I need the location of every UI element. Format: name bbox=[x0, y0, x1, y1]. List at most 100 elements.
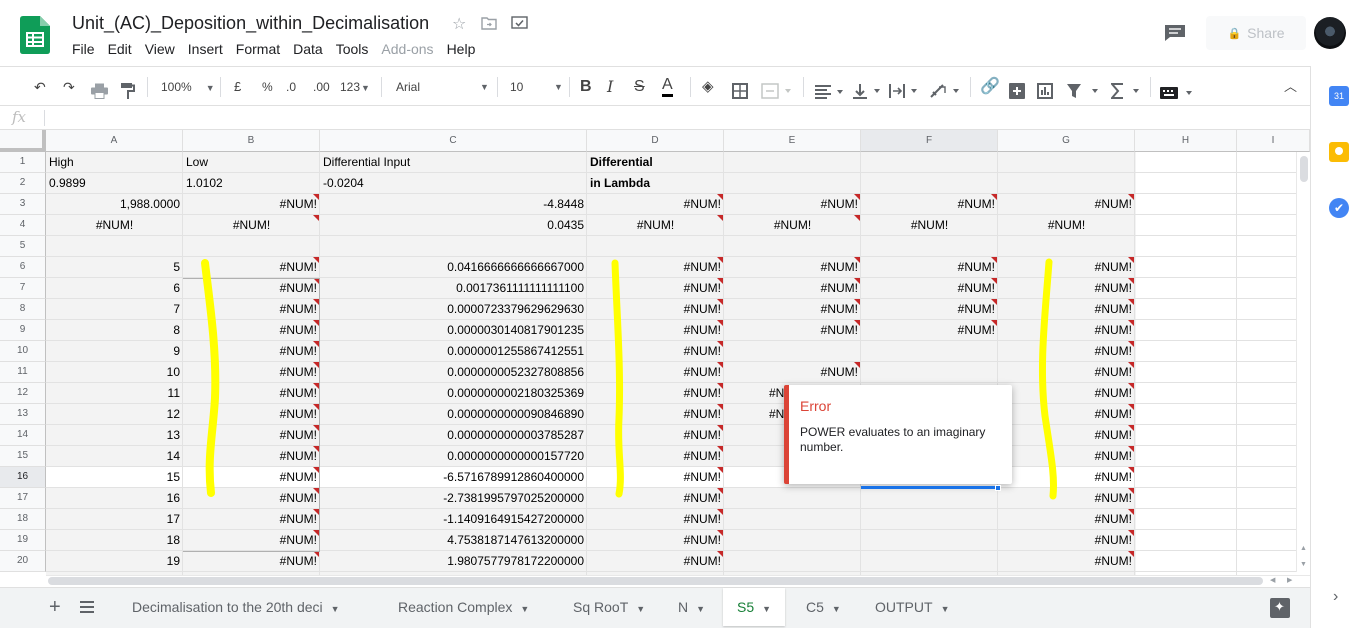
cell-a14[interactable]: 13 bbox=[46, 425, 183, 446]
cell-e7[interactable]: #NUM! bbox=[724, 278, 861, 299]
error-indicator-icon[interactable] bbox=[1128, 467, 1134, 473]
decrease-decimal-button[interactable]: .0 bbox=[286, 75, 296, 99]
add-sheet-icon[interactable]: + bbox=[49, 596, 61, 619]
vertical-scroll-thumb[interactable] bbox=[1300, 156, 1308, 182]
row-header-9[interactable]: 9 bbox=[0, 320, 46, 341]
cell-d4[interactable]: #NUM! bbox=[587, 215, 724, 236]
cell-b4[interactable]: #NUM! bbox=[183, 215, 320, 236]
star-icon[interactable]: ☆ bbox=[452, 14, 466, 34]
chevron-down-icon[interactable]: ▼ bbox=[696, 604, 705, 614]
cell-d2[interactable]: in Lambda bbox=[587, 173, 724, 194]
keep-icon[interactable] bbox=[1329, 142, 1349, 162]
text-rotation-icon[interactable] bbox=[929, 79, 963, 103]
error-indicator-icon[interactable] bbox=[717, 320, 723, 326]
strikethrough-button[interactable]: S bbox=[634, 75, 645, 99]
column-header-a[interactable]: A bbox=[46, 130, 183, 152]
move-folder-icon[interactable] bbox=[481, 16, 497, 30]
cell-e9[interactable]: #NUM! bbox=[724, 320, 861, 341]
row-header-11[interactable]: 11 bbox=[0, 362, 46, 383]
error-indicator-icon[interactable] bbox=[313, 404, 319, 410]
cell-c1[interactable]: Differential Input bbox=[320, 152, 587, 173]
collapse-toolbar-icon[interactable]: ︿ bbox=[1284, 75, 1297, 99]
explore-button[interactable]: ✦ bbox=[1270, 598, 1290, 618]
cell-g13[interactable]: #NUM! bbox=[998, 404, 1135, 425]
cell-c15[interactable]: 0.0000000000000157720 bbox=[320, 446, 587, 467]
cell-a19[interactable]: 18 bbox=[46, 530, 183, 551]
cell-b1[interactable]: Low bbox=[183, 152, 320, 173]
cell-g6[interactable]: #NUM! bbox=[998, 257, 1135, 278]
error-indicator-icon[interactable] bbox=[717, 341, 723, 347]
row-header-5[interactable]: 5 bbox=[0, 236, 46, 257]
error-indicator-icon[interactable] bbox=[313, 488, 319, 494]
cell-a1[interactable]: High bbox=[46, 152, 183, 173]
cell-e6[interactable]: #NUM! bbox=[724, 257, 861, 278]
menu-file[interactable]: File bbox=[72, 41, 95, 57]
fill-color-icon[interactable]: ◈ bbox=[702, 75, 714, 99]
error-indicator-icon[interactable] bbox=[313, 194, 319, 200]
row-header-6[interactable]: 6 bbox=[0, 257, 46, 278]
error-indicator-icon[interactable] bbox=[1128, 362, 1134, 368]
cell-f3[interactable]: #NUM! bbox=[861, 194, 998, 215]
row-header-1[interactable]: 1 bbox=[0, 152, 46, 173]
cell-c16[interactable]: -6.5716789912860400000 bbox=[320, 467, 587, 488]
insert-comment-icon[interactable] bbox=[1009, 79, 1025, 103]
cell-a7[interactable]: 6 bbox=[46, 278, 183, 299]
vertical-align-icon[interactable] bbox=[852, 79, 882, 103]
error-indicator-icon[interactable] bbox=[991, 278, 997, 284]
text-wrapping-icon[interactable] bbox=[889, 79, 921, 103]
error-indicator-icon[interactable] bbox=[1128, 551, 1134, 557]
chevron-down-icon[interactable]: ▼ bbox=[331, 604, 340, 614]
cell-c17[interactable]: -2.7381995797025200000 bbox=[320, 488, 587, 509]
cell-c19[interactable]: 4.7538187147613200000 bbox=[320, 530, 587, 551]
cell-g11[interactable]: #NUM! bbox=[998, 362, 1135, 383]
menu-view[interactable]: View bbox=[145, 41, 175, 57]
cell-g16[interactable]: #NUM! bbox=[998, 467, 1135, 488]
error-indicator-icon[interactable] bbox=[313, 362, 319, 368]
error-indicator-icon[interactable] bbox=[854, 194, 860, 200]
cell-c8[interactable]: 0.0000723379629629630 bbox=[320, 299, 587, 320]
cell-f9[interactable]: #NUM! bbox=[861, 320, 998, 341]
zoom-select[interactable]: 100% ▼ bbox=[161, 75, 215, 99]
column-header-i[interactable]: I bbox=[1237, 130, 1310, 152]
row-header-20[interactable]: 20 bbox=[0, 551, 46, 572]
cell-e8[interactable]: #NUM! bbox=[724, 299, 861, 320]
error-indicator-icon[interactable] bbox=[313, 425, 319, 431]
calendar-icon[interactable]: 31 bbox=[1329, 86, 1349, 106]
sheet-tab-4[interactable]: N ▼ bbox=[664, 588, 719, 626]
error-indicator-icon[interactable] bbox=[854, 278, 860, 284]
cell-a2[interactable]: 0.9899 bbox=[46, 173, 183, 194]
currency-format-button[interactable]: £ bbox=[234, 75, 241, 99]
error-indicator-icon[interactable] bbox=[313, 530, 319, 536]
scroll-down-icon[interactable]: ▼ bbox=[1300, 561, 1307, 568]
error-indicator-icon[interactable] bbox=[717, 278, 723, 284]
row-header-2[interactable]: 2 bbox=[0, 173, 46, 194]
cell-g14[interactable]: #NUM! bbox=[998, 425, 1135, 446]
sheet-tab-1[interactable]: Decimalisation to the 20th deci ▼ bbox=[118, 588, 354, 626]
cell-d1[interactable]: Differential bbox=[587, 152, 724, 173]
insert-chart-icon[interactable] bbox=[1037, 79, 1053, 103]
vertical-scrollbar[interactable] bbox=[1296, 152, 1310, 572]
row-header-10[interactable]: 10 bbox=[0, 341, 46, 362]
error-indicator-icon[interactable] bbox=[717, 404, 723, 410]
error-indicator-icon[interactable] bbox=[854, 215, 860, 221]
input-tools-icon[interactable] bbox=[1160, 81, 1194, 105]
error-indicator-icon[interactable] bbox=[717, 299, 723, 305]
horizontal-scroll-thumb[interactable] bbox=[48, 577, 1263, 585]
error-indicator-icon[interactable] bbox=[717, 362, 723, 368]
row-header-8[interactable]: 8 bbox=[0, 299, 46, 320]
cell-g12[interactable]: #NUM! bbox=[998, 383, 1135, 404]
column-header-d[interactable]: D bbox=[587, 130, 724, 152]
error-indicator-icon[interactable] bbox=[717, 425, 723, 431]
document-title[interactable]: Unit_(AC)_Deposition_within_Decimalisati… bbox=[72, 13, 429, 34]
cell-c4[interactable]: 0.0435 bbox=[320, 215, 587, 236]
cell-c14[interactable]: 0.0000000000003785287 bbox=[320, 425, 587, 446]
error-indicator-icon[interactable] bbox=[1128, 404, 1134, 410]
cell-a11[interactable]: 10 bbox=[46, 362, 183, 383]
error-indicator-icon[interactable] bbox=[1128, 446, 1134, 452]
chevron-down-icon[interactable]: ▼ bbox=[832, 604, 841, 614]
cell-f7[interactable]: #NUM! bbox=[861, 278, 998, 299]
cell-a4[interactable]: #NUM! bbox=[46, 215, 183, 236]
error-indicator-icon[interactable] bbox=[313, 278, 319, 284]
error-indicator-icon[interactable] bbox=[313, 341, 319, 347]
cell-a18[interactable]: 17 bbox=[46, 509, 183, 530]
